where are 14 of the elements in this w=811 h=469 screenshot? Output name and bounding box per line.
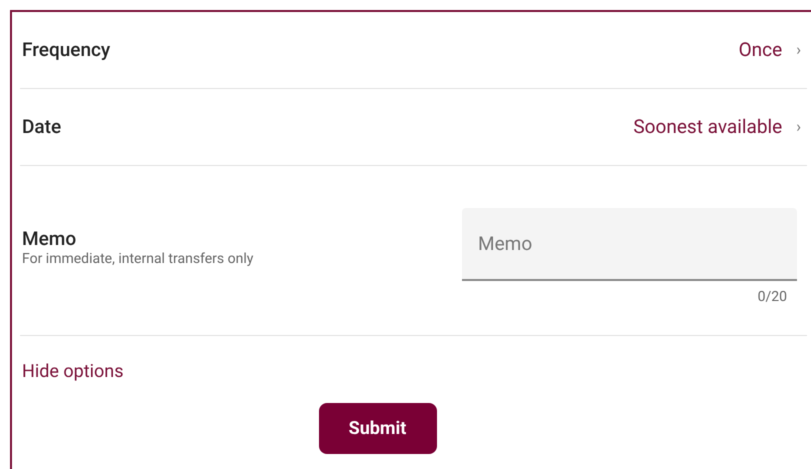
memo-hint: For immediate, internal transfers only xyxy=(22,250,254,268)
option-value: Soonest available xyxy=(633,114,782,140)
hide-options-link[interactable]: Hide options xyxy=(22,361,124,382)
submit-button[interactable]: Submit xyxy=(318,403,436,454)
chevron-icon: › xyxy=(796,38,801,62)
chevron-icon: › xyxy=(796,115,801,139)
character-counter: 0/20 xyxy=(758,288,788,307)
option-row[interactable]: Frequency Once › xyxy=(20,12,807,89)
option-value: Once xyxy=(738,36,782,63)
memo-field[interactable]: Memo xyxy=(462,208,797,281)
memo-label: Memo xyxy=(22,228,78,250)
option-label: Frequency xyxy=(22,36,110,63)
option-row[interactable]: Date Soonest available › xyxy=(20,89,807,166)
option-label: Date xyxy=(22,114,62,140)
